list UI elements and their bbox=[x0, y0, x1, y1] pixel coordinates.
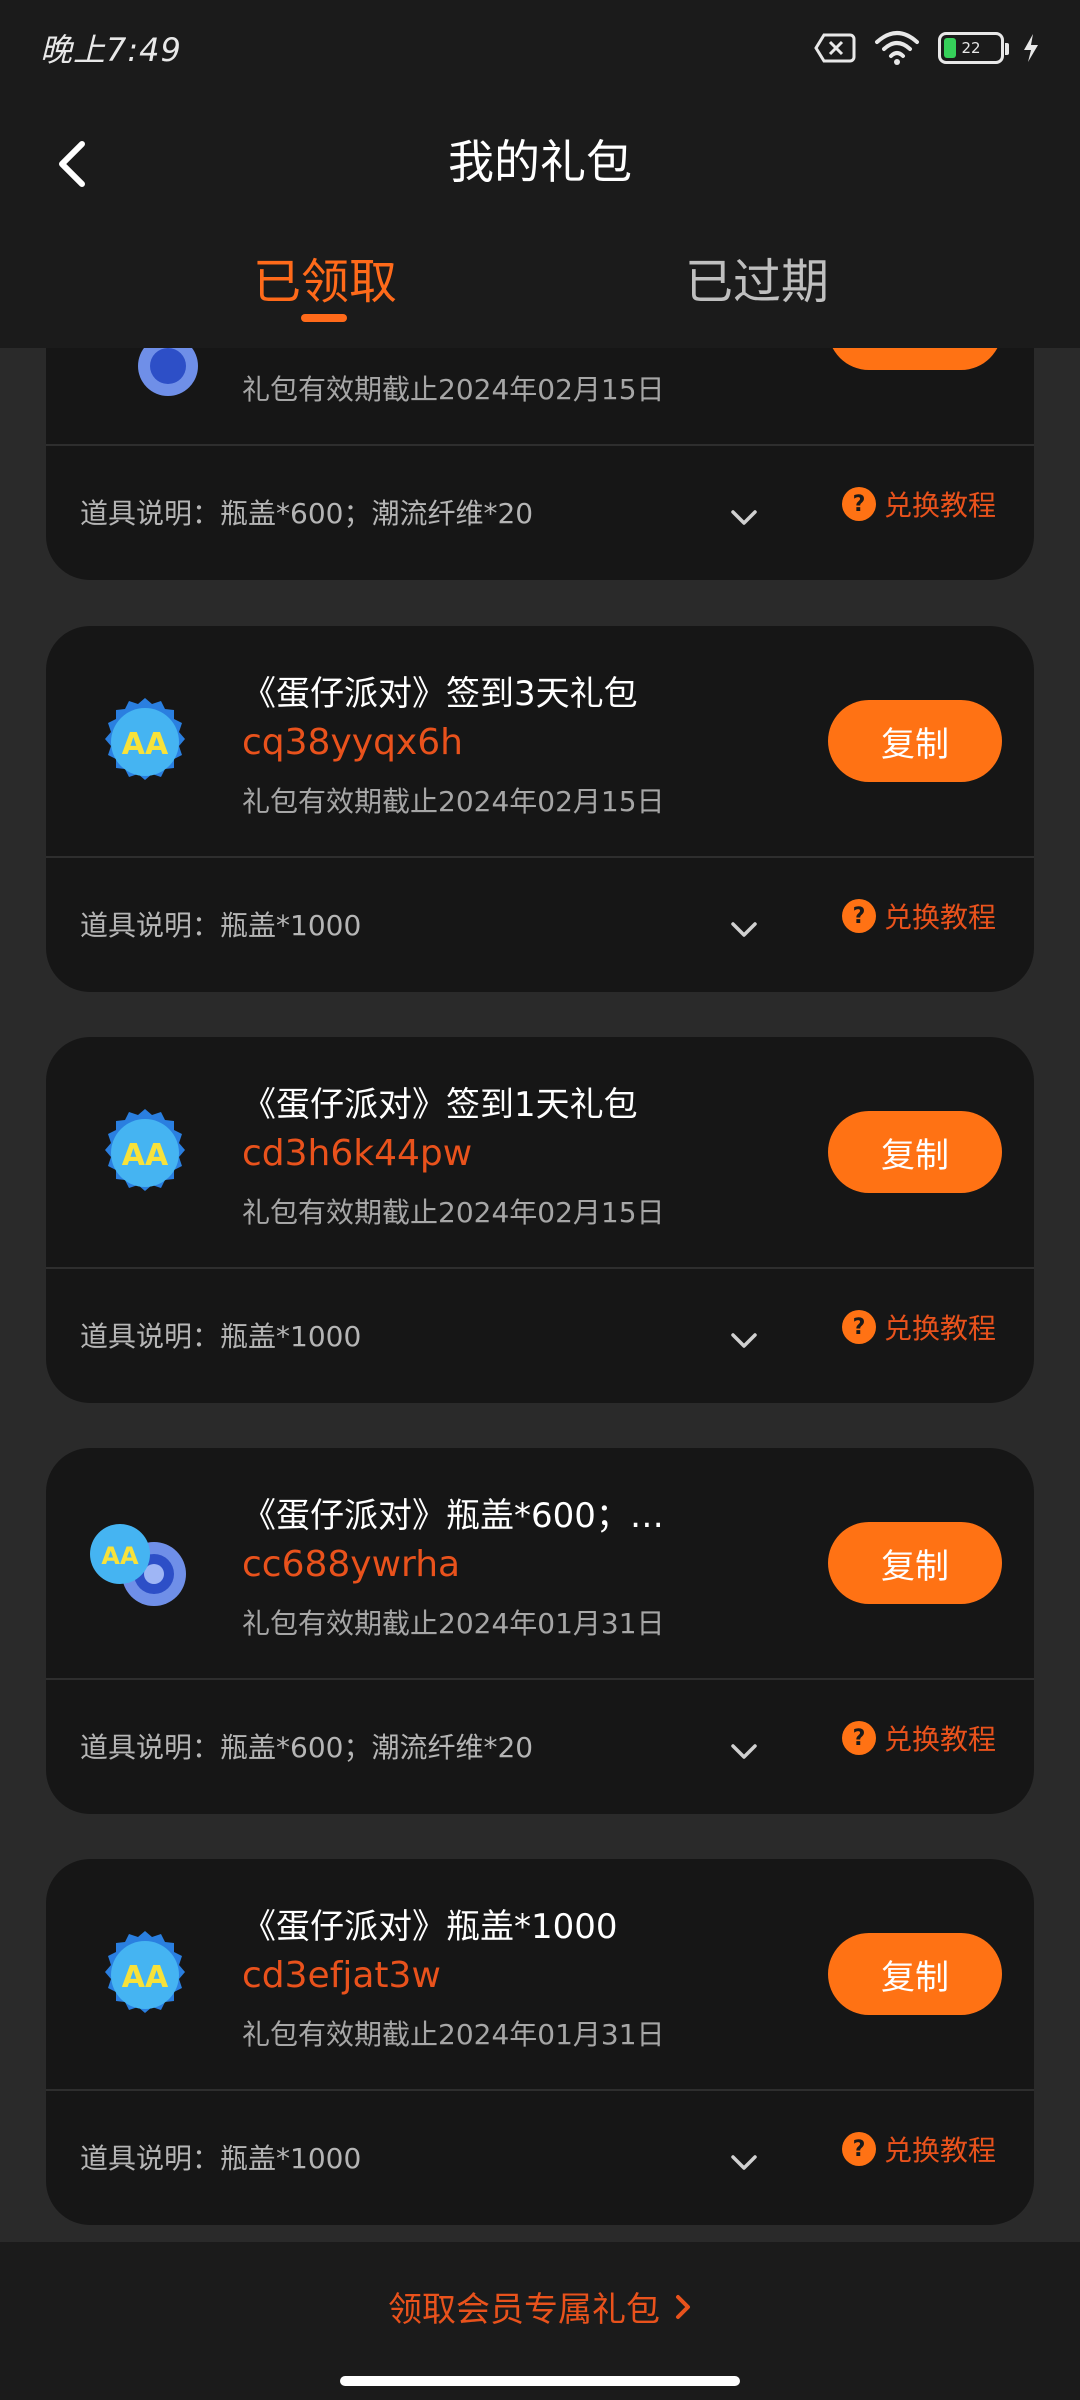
bottle-cap-icon: AA bbox=[105, 1931, 185, 2013]
bottom-bar: 领取会员专属礼包 bbox=[0, 2242, 1080, 2400]
gift-code: cq38yyqx6h bbox=[242, 722, 463, 763]
tab-expired[interactable]: 已过期 bbox=[662, 242, 852, 312]
gift-expiry: 礼包有效期截止2024年02月15日 bbox=[242, 1196, 665, 1229]
tutorial-label: 兑换教程 bbox=[884, 901, 997, 934]
question-icon: ? bbox=[842, 2132, 876, 2166]
card-top: AA 《蛋仔派对》瓶盖*1000 cd3efjat3w 礼包有效期截止2024年… bbox=[46, 1859, 1034, 2089]
chevron-right-icon bbox=[676, 2294, 690, 2319]
gift-card: AA 《蛋仔派对》签到1天礼包 cd3h6k44pw 礼包有效期截止2024年0… bbox=[46, 1037, 1034, 1403]
divider bbox=[46, 444, 1034, 446]
card-top: AA 《蛋仔派对》瓶盖*600；… cc688ywrha 礼包有效期截止2024… bbox=[46, 1448, 1034, 1678]
gift-expiry: 礼包有效期截止2024年02月15日 bbox=[242, 373, 665, 406]
expand-button[interactable] bbox=[724, 2143, 764, 2183]
expand-button[interactable] bbox=[724, 1732, 764, 1772]
copy-button[interactable]: 复制 bbox=[828, 700, 1002, 782]
battery-icon: 22 bbox=[938, 32, 1009, 64]
page-title: 我的礼包 bbox=[448, 135, 632, 189]
gift-expiry: 礼包有效期截止2024年02月15日 bbox=[242, 785, 665, 818]
chevron-down-icon bbox=[731, 510, 757, 525]
member-gift-label: 领取会员专属礼包 bbox=[388, 2290, 660, 2330]
tutorial-label: 兑换教程 bbox=[884, 489, 997, 522]
question-icon: ? bbox=[842, 487, 876, 521]
redeem-tutorial-link[interactable]: ? 兑换教程 bbox=[842, 484, 996, 524]
gift-expiry: 礼包有效期截止2024年01月31日 bbox=[242, 2018, 665, 2051]
svg-text:AA: AA bbox=[122, 1960, 169, 1995]
item-description: 道具说明：瓶盖*1000 bbox=[80, 1320, 362, 1353]
chevron-down-icon bbox=[731, 2155, 757, 2170]
gift-code: cd3efjat3w bbox=[242, 1955, 441, 1996]
bottle-cap-icon: AA bbox=[105, 698, 185, 780]
gift-title: 《蛋仔派对》瓶盖*600；… bbox=[242, 1496, 662, 1536]
tutorial-label: 兑换教程 bbox=[884, 1723, 997, 1756]
redeem-tutorial-link[interactable]: ? 兑换教程 bbox=[842, 2129, 996, 2169]
svg-text:AA: AA bbox=[101, 1542, 139, 1570]
card-top: AA 《蛋仔派对》签到1天礼包 cd3h6k44pw 礼包有效期截止2024年0… bbox=[46, 1037, 1034, 1267]
bottle-cap-icon: AA bbox=[105, 1109, 185, 1191]
home-indicator[interactable] bbox=[340, 2376, 740, 2386]
question-icon: ? bbox=[842, 1721, 876, 1755]
redeem-tutorial-link[interactable]: ? 兑换教程 bbox=[842, 896, 996, 936]
question-icon: ? bbox=[842, 1310, 876, 1344]
question-icon: ? bbox=[842, 899, 876, 933]
chevron-down-icon bbox=[731, 1333, 757, 1348]
gift-card: AA 《蛋仔派对》瓶盖*600；… cc688ywrha 礼包有效期截止2024… bbox=[46, 1448, 1034, 1814]
svg-text:AA: AA bbox=[122, 1138, 169, 1173]
item-description: 道具说明：瓶盖*600；潮流纤维*20 bbox=[80, 1731, 534, 1764]
bottle-cap-and-fiber-icon: AA bbox=[90, 1524, 186, 1606]
copy-button[interactable]: 复制 bbox=[828, 1522, 1002, 1604]
sim-card-off-icon bbox=[814, 33, 856, 63]
wifi-icon bbox=[875, 31, 919, 65]
item-description: 道具说明：瓶盖*1000 bbox=[80, 909, 362, 942]
gift-card: AA 《蛋仔派对》签到3天礼包 cq38yyqx6h 礼包有效期截止2024年0… bbox=[46, 626, 1034, 992]
divider bbox=[46, 1267, 1034, 1269]
tutorial-label: 兑换教程 bbox=[884, 2134, 997, 2167]
expand-button[interactable] bbox=[724, 910, 764, 950]
status-icons: 22 bbox=[814, 30, 1040, 66]
item-description: 道具说明：瓶盖*1000 bbox=[80, 2142, 362, 2175]
status-time: 晚上7:49 bbox=[40, 31, 182, 69]
redeem-tutorial-link[interactable]: ? 兑换教程 bbox=[842, 1718, 996, 1758]
gift-code: cd3h6k44pw bbox=[242, 1133, 473, 1174]
divider bbox=[46, 2089, 1034, 2091]
battery-level: 22 bbox=[961, 39, 981, 57]
tab-received[interactable]: 已领取 bbox=[230, 242, 420, 312]
gift-title: 《蛋仔派对》签到3天礼包 bbox=[242, 674, 638, 714]
item-description: 道具说明：瓶盖*600；潮流纤维*20 bbox=[80, 497, 534, 530]
active-tab-indicator bbox=[301, 314, 347, 322]
tutorial-label: 兑换教程 bbox=[884, 1312, 997, 1345]
gift-code: cc688ywrha bbox=[242, 1544, 461, 1585]
svg-text:AA: AA bbox=[122, 727, 169, 762]
charging-icon bbox=[1024, 34, 1038, 62]
copy-button[interactable]: 复制 bbox=[828, 1111, 1002, 1193]
divider bbox=[46, 856, 1034, 858]
page-header: 我的礼包 已领取 已过期 bbox=[0, 96, 1080, 348]
copy-button[interactable]: 复制 bbox=[828, 1933, 1002, 2015]
redeem-tutorial-link[interactable]: ? 兑换教程 bbox=[842, 1307, 996, 1347]
card-top: AA 《蛋仔派对》签到3天礼包 cq38yyqx6h 礼包有效期截止2024年0… bbox=[46, 626, 1034, 856]
chevron-down-icon bbox=[731, 922, 757, 937]
gift-card: AA 《蛋仔派对》瓶盖*1000 cd3efjat3w 礼包有效期截止2024年… bbox=[46, 1859, 1034, 2225]
gift-title: 《蛋仔派对》签到1天礼包 bbox=[242, 1085, 638, 1125]
chevron-down-icon bbox=[731, 1744, 757, 1759]
expand-button[interactable] bbox=[724, 498, 764, 538]
member-gift-link[interactable]: 领取会员专属礼包 bbox=[0, 2282, 1080, 2331]
gift-title: 《蛋仔派对》瓶盖*1000 bbox=[242, 1907, 618, 1947]
expand-button[interactable] bbox=[724, 1321, 764, 1361]
status-bar: 晚上7:49 22 bbox=[0, 0, 1080, 96]
divider bbox=[46, 1678, 1034, 1680]
gift-expiry: 礼包有效期截止2024年01月31日 bbox=[242, 1607, 665, 1640]
